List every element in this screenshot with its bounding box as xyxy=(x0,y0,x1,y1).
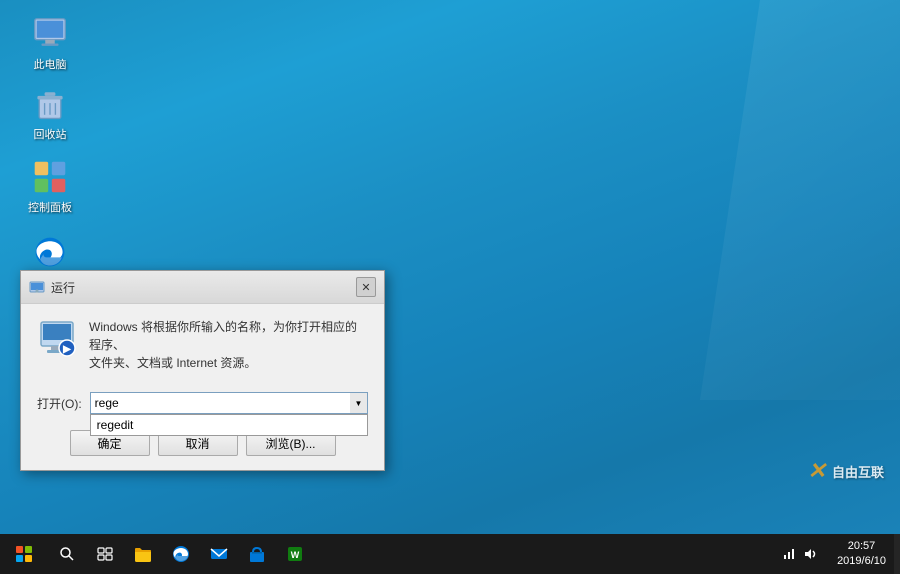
desktop-icon-recycle[interactable]: 回收站 xyxy=(15,80,85,146)
svg-text:W: W xyxy=(291,550,300,560)
dialog-input-wrapper: ▼ regedit xyxy=(90,392,368,414)
control-panel-label: 控制面板 xyxy=(28,201,72,215)
dialog-title-text: 运行 xyxy=(51,279,75,296)
watermark-symbol: ✕ xyxy=(808,458,826,484)
edge-browser-icon xyxy=(30,232,70,272)
file-explorer-taskbar-button[interactable] xyxy=(124,534,162,574)
run-dialog-dropdown-button[interactable]: ▼ xyxy=(350,392,368,414)
recycle-bin-icon xyxy=(30,84,70,124)
search-button[interactable] xyxy=(48,534,86,574)
desktop: 此电脑 回收站 控制面板 xyxy=(0,0,900,534)
run-dialog-input[interactable] xyxy=(90,392,368,414)
dialog-close-button[interactable]: ✕ xyxy=(356,277,376,297)
dialog-description: Windows 将根据你所输入的名称，为你打开相应的程序、 文件夹、文档或 In… xyxy=(89,318,368,372)
autocomplete-dropdown: regedit xyxy=(90,414,368,436)
dialog-body-icon: ▶ xyxy=(37,318,77,358)
clock-time: 20:57 xyxy=(837,539,886,554)
watermark-text: 自由互联 xyxy=(832,462,884,481)
dialog-body: ▶ Windows 将根据你所输入的名称，为你打开相应的程序、 文件夹、文档或 … xyxy=(21,304,384,386)
show-desktop-button[interactable] xyxy=(894,534,900,574)
edge-taskbar-icon xyxy=(172,545,190,563)
dialog-input-row: 打开(O): ▼ regedit xyxy=(21,386,384,422)
control-panel-icon xyxy=(30,157,70,197)
this-pc-label: 此电脑 xyxy=(34,58,67,72)
network-tray-icon[interactable] xyxy=(779,534,799,574)
dialog-titlebar: 运行 ✕ xyxy=(21,271,384,304)
mail-icon xyxy=(210,545,228,563)
network-icon xyxy=(782,547,796,561)
start-button[interactable] xyxy=(0,534,48,574)
this-pc-icon xyxy=(30,14,70,54)
svg-text:▶: ▶ xyxy=(62,344,72,355)
dialog-input-label: 打开(O): xyxy=(37,395,82,412)
search-icon xyxy=(59,546,75,562)
desktop-bg-decoration xyxy=(700,0,900,400)
file-explorer-icon xyxy=(134,545,152,563)
mail-taskbar-button[interactable] xyxy=(200,534,238,574)
store-icon xyxy=(248,545,266,563)
app-taskbar-button[interactable]: W xyxy=(276,534,314,574)
taskbar-clock[interactable]: 20:57 2019/6/10 xyxy=(829,539,894,570)
autocomplete-item-regedit[interactable]: regedit xyxy=(91,415,367,435)
task-view-button[interactable] xyxy=(86,534,124,574)
store-taskbar-button[interactable] xyxy=(238,534,276,574)
run-dialog: 运行 ✕ ▶ Windows 将根据你所输入的名称，为你打开相应的程序、 文件夹… xyxy=(20,270,385,471)
desktop-icon-this-pc[interactable]: 此电脑 xyxy=(15,10,85,76)
clock-date: 2019/6/10 xyxy=(837,554,886,569)
windows-logo-icon xyxy=(16,546,32,562)
volume-icon xyxy=(804,547,818,561)
recycle-bin-label: 回收站 xyxy=(34,128,67,142)
volume-tray-icon[interactable] xyxy=(801,534,821,574)
watermark: ✕ 自由互联 xyxy=(808,458,884,484)
taskbar: W 20:57 2019/6/10 xyxy=(0,534,900,574)
desktop-icon-control-panel[interactable]: 控制面板 xyxy=(15,153,85,219)
run-dialog-icon xyxy=(29,279,45,295)
app-icon: W xyxy=(286,545,304,563)
system-tray xyxy=(771,534,829,574)
edge-taskbar-button[interactable] xyxy=(162,534,200,574)
task-view-icon xyxy=(97,546,113,562)
dialog-title-left: 运行 xyxy=(29,279,75,296)
